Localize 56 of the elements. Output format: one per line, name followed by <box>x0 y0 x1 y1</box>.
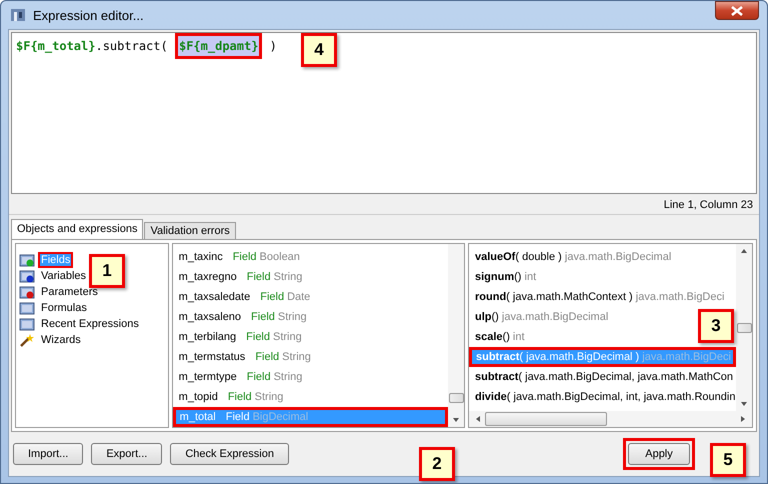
folder-icon <box>19 269 35 283</box>
apply-button[interactable]: Apply <box>628 443 690 465</box>
horizontal-scrollbar[interactable] <box>469 411 752 427</box>
scrollbar-thumb[interactable] <box>736 322 752 332</box>
field-row[interactable]: m_terbilang Field String <box>172 327 304 347</box>
action-button[interactable]: Check Expression <box>170 443 289 465</box>
field-token: $F{m_dpamt} <box>174 33 262 59</box>
scrollbar-thumb[interactable] <box>448 393 464 403</box>
field-row[interactable]: m_termtype Field String <box>172 367 304 387</box>
method-row[interactable]: round( java.math.MathContext ) java.math.BigDeci <box>469 287 726 307</box>
tab[interactable]: Validation errors <box>144 222 236 239</box>
close-icon <box>730 6 744 16</box>
field-row[interactable]: m_taxsaledate Field Date <box>172 287 312 307</box>
field-row[interactable]: m_topid Field String <box>172 387 286 407</box>
method-row[interactable]: signum() int <box>469 267 538 287</box>
folder-icon <box>19 317 35 331</box>
folder-icon <box>19 253 35 267</box>
field-row[interactable]: m_termstatus Field String <box>172 347 313 367</box>
method-row[interactable]: divide( java.math.BigDecimal, int, java.math.Roundin <box>469 387 736 407</box>
step-callout-tooltip: 2 <box>419 447 455 481</box>
tree-item[interactable]: Formulas <box>38 300 90 316</box>
method-row[interactable]: valueOf( double ) java.math.BigDecimal <box>469 247 674 267</box>
cursor-position: Line 1, Column 23 <box>664 198 753 211</box>
step-callout-tooltip: 1 <box>89 254 125 288</box>
step-callout-tooltip: 3 <box>698 309 734 343</box>
field-token: $F{m_total} <box>16 39 96 53</box>
app-icon <box>9 6 27 24</box>
scroll-up-icon[interactable] <box>740 248 748 254</box>
scroll-down-icon[interactable] <box>740 401 748 407</box>
field-row[interactable]: m_taxsaleno Field String <box>172 307 309 327</box>
tree-item[interactable]: Recent Expressions <box>38 316 142 332</box>
window-title: Expression editor... <box>33 8 144 22</box>
step-callout-tooltip: 4 <box>301 33 337 67</box>
expression-text: .subtract( <box>95 39 169 53</box>
method-row[interactable]: subtract( java.math.BigDecimal, java.math.MathCon <box>469 367 735 387</box>
expression-text: ) <box>268 39 277 53</box>
scrollbar[interactable] <box>448 244 464 427</box>
method-row[interactable]: ulp() java.math.BigDecimal <box>469 307 610 327</box>
scroll-down-icon[interactable] <box>452 417 460 423</box>
scroll-right-icon[interactable] <box>740 415 746 423</box>
scrollbar[interactable] <box>736 244 752 411</box>
field-row[interactable]: m_taxinc Field Boolean <box>172 247 302 267</box>
folder-icon <box>19 301 35 315</box>
step-callout-tooltip: 5 <box>710 443 746 477</box>
scrollbar-thumb[interactable] <box>485 412 607 426</box>
close-button[interactable] <box>715 1 759 20</box>
field-row[interactable]: m_taxregno Field String <box>172 267 304 287</box>
scroll-left-icon[interactable] <box>475 415 481 423</box>
tree-item[interactable]: Wizards <box>38 332 84 348</box>
action-button[interactable]: Export... <box>91 443 162 465</box>
tab[interactable]: Objects and expressions <box>11 219 144 239</box>
action-button[interactable]: Import... <box>13 443 84 465</box>
folder-icon <box>19 285 35 299</box>
wand-icon <box>19 333 35 347</box>
tree-item[interactable]: Variables <box>38 268 90 284</box>
method-row[interactable]: scale() int <box>469 327 527 347</box>
